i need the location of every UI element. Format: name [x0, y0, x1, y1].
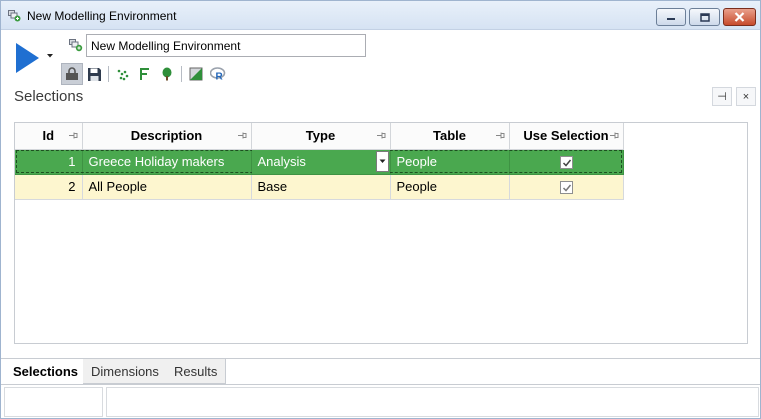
column-pin-icon[interactable] [68, 131, 78, 140]
environment-icon [8, 10, 21, 22]
lock-icon [66, 67, 78, 80]
chevron-down-icon [379, 159, 385, 163]
close-icon: × [742, 90, 750, 103]
function-button[interactable] [134, 63, 156, 85]
tree-icon [162, 67, 172, 81]
tool-strip: R [61, 63, 229, 85]
status-bar [1, 384, 760, 418]
environment-name-input[interactable] [86, 34, 366, 57]
minimize-button[interactable] [656, 8, 686, 26]
cell-type[interactable]: Analysis [251, 149, 391, 175]
title-bar: New Modelling Environment [1, 1, 760, 30]
cell-table[interactable]: People [390, 174, 510, 200]
lock-button[interactable] [61, 63, 83, 85]
grid-header-row: Id Description Type Table Use Selection [15, 123, 624, 150]
pin-icon: ⊣ [717, 91, 727, 103]
column-header-use-selection[interactable]: Use Selection [509, 123, 624, 150]
scatter-button[interactable] [112, 63, 134, 85]
table-row[interactable]: 2 All People Base People [15, 174, 624, 200]
cell-id[interactable]: 2 [15, 174, 83, 200]
gradient-icon [189, 67, 203, 81]
column-header-id[interactable]: Id [15, 123, 83, 150]
cell-table[interactable]: People [390, 149, 510, 175]
column-header-description[interactable]: Description [82, 123, 252, 150]
cell-description[interactable]: All People [82, 174, 252, 200]
use-selection-checkbox[interactable] [559, 181, 573, 195]
tab-selections[interactable]: Selections [5, 359, 88, 384]
cell-use-selection[interactable] [509, 149, 624, 175]
app-window: New Modelling Environment New Modelling … [0, 0, 761, 419]
column-pin-icon[interactable] [376, 131, 386, 140]
panel-title: Selections [14, 88, 84, 105]
environment-name-icon [69, 39, 83, 52]
type-dropdown-button[interactable] [375, 150, 389, 172]
gradient-button[interactable] [185, 63, 207, 85]
tab-results[interactable]: Results [166, 359, 227, 384]
table-row[interactable]: 1 Greece Holiday makers Analysis People [15, 149, 624, 175]
minimize-icon [667, 18, 675, 20]
cell-type-value: Analysis [257, 154, 306, 169]
selections-grid: Id Description Type Table Use Selection … [14, 122, 748, 344]
run-dropdown-icon[interactable] [46, 53, 54, 59]
r-icon: R [210, 67, 226, 81]
r-script-button[interactable]: R [207, 63, 229, 85]
checkmark-icon [562, 184, 571, 192]
toolbar-separator [108, 66, 109, 82]
run-play-icon[interactable] [13, 42, 41, 74]
cell-use-selection[interactable] [509, 174, 624, 200]
cell-type[interactable]: Base [251, 174, 391, 200]
close-icon [734, 12, 745, 22]
column-header-table[interactable]: Table [390, 123, 510, 150]
selections-table: Id Description Type Table Use Selection … [15, 123, 624, 200]
maximize-button[interactable] [689, 8, 720, 26]
save-button[interactable] [83, 63, 105, 85]
use-selection-checkbox[interactable] [559, 156, 573, 170]
close-button[interactable] [723, 8, 756, 26]
panel-pin-button[interactable]: ⊣ [712, 87, 732, 106]
bottom-tabs: Selections Dimensions Results [1, 358, 760, 384]
column-pin-icon[interactable] [495, 131, 505, 140]
column-pin-icon[interactable] [237, 131, 247, 140]
tree-button[interactable] [156, 63, 178, 85]
column-header-type[interactable]: Type [251, 123, 391, 150]
cell-id[interactable]: 1 [15, 149, 83, 175]
cell-description[interactable]: Greece Holiday makers [82, 149, 252, 175]
checkmark-icon [562, 159, 571, 167]
window-title: New Modelling Environment [27, 9, 177, 23]
maximize-icon [699, 12, 710, 22]
status-pane-left [4, 387, 103, 417]
function-icon [140, 68, 149, 80]
scatter-icon [117, 69, 129, 81]
tab-dimensions[interactable]: Dimensions [83, 359, 168, 384]
panel-close-button[interactable]: × [736, 87, 756, 106]
column-pin-icon[interactable] [609, 131, 619, 140]
save-icon [87, 67, 101, 81]
toolbar-separator [181, 66, 182, 82]
svg-text:R: R [216, 72, 224, 82]
status-pane-right [106, 387, 759, 417]
